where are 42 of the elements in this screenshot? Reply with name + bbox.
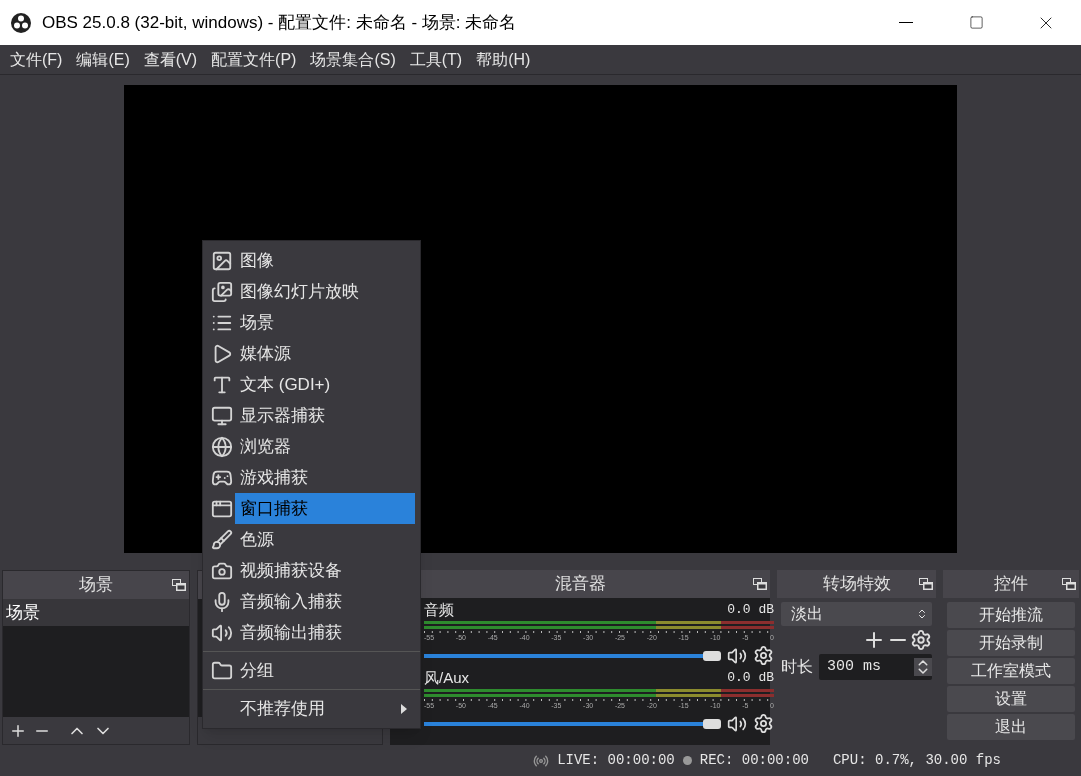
rec-time: REC: 00:00:00 xyxy=(699,751,809,770)
volume-reading: 0.0 dB xyxy=(727,601,774,620)
duration-field[interactable]: 300 ms xyxy=(819,654,932,680)
volume-reading: 0.0 dB xyxy=(727,669,774,688)
duration-label: 时长 xyxy=(781,657,813,677)
menu-item[interactable]: 工具(T) xyxy=(402,47,470,72)
cpu-fps: CPU: 0.7%, 30.00 fps xyxy=(832,751,1001,770)
control-button[interactable]: 退出 xyxy=(947,714,1075,740)
menu-item[interactable]: 不推荐使用 xyxy=(203,693,420,724)
channel-name: 音频 xyxy=(424,599,454,620)
menu-item[interactable]: 图像幻灯片放映 xyxy=(203,276,420,307)
dock-title: 场景 xyxy=(79,574,113,597)
menu-item[interactable]: 音频输入捕获 xyxy=(203,586,420,617)
dock-title: 转场特效 xyxy=(822,573,891,596)
menu-item[interactable]: 图像 xyxy=(203,245,420,276)
control-button[interactable]: 开始录制 xyxy=(947,630,1075,656)
menu-item[interactable]: 分组 xyxy=(203,655,420,686)
live-time: LIVE: 00:00:00 xyxy=(557,751,675,770)
menu-item[interactable]: 浏览器 xyxy=(203,431,420,462)
scene-item[interactable]: 场景 xyxy=(3,599,189,626)
menu-item[interactable]: 配置文件(P) xyxy=(204,47,304,72)
channel-name: 风/Aux xyxy=(424,667,469,688)
window-title: OBS 25.0.8 (32-bit, windows) - 配置文件: 未命名 - 场景: 未命名 xyxy=(42,11,517,34)
dock-title: 控件 xyxy=(994,573,1028,596)
menu-item[interactable]: 色源 xyxy=(203,524,420,555)
control-button[interactable]: 开始推流 xyxy=(947,602,1075,628)
menu-item[interactable]: 场景 xyxy=(203,307,420,338)
menu-item[interactable]: 显示器捕获 xyxy=(203,400,420,431)
transition-select[interactable]: 淡出 xyxy=(781,602,932,626)
menu-item[interactable]: 帮助(H) xyxy=(469,47,538,72)
menu-item[interactable]: 文本 (GDI+) xyxy=(203,369,420,400)
menu-item[interactable]: 视频捕获设备 xyxy=(203,555,420,586)
menu-item[interactable]: 媒体源 xyxy=(203,338,420,369)
menu-item[interactable]: 场景集合(S) xyxy=(303,47,403,72)
menu-item[interactable]: 查看(V) xyxy=(136,47,205,72)
control-button[interactable]: 工作室模式 xyxy=(947,658,1075,684)
control-button[interactable]: 设置 xyxy=(947,686,1075,712)
menu-item[interactable]: 编辑(E) xyxy=(69,47,137,72)
menu-item[interactable]: 文件(F) xyxy=(3,47,70,72)
menu-item[interactable]: 音频输出捕获 xyxy=(203,617,420,648)
dock-title: 混音器 xyxy=(554,573,606,596)
menu-item[interactable]: 游戏捕获 xyxy=(203,462,420,493)
